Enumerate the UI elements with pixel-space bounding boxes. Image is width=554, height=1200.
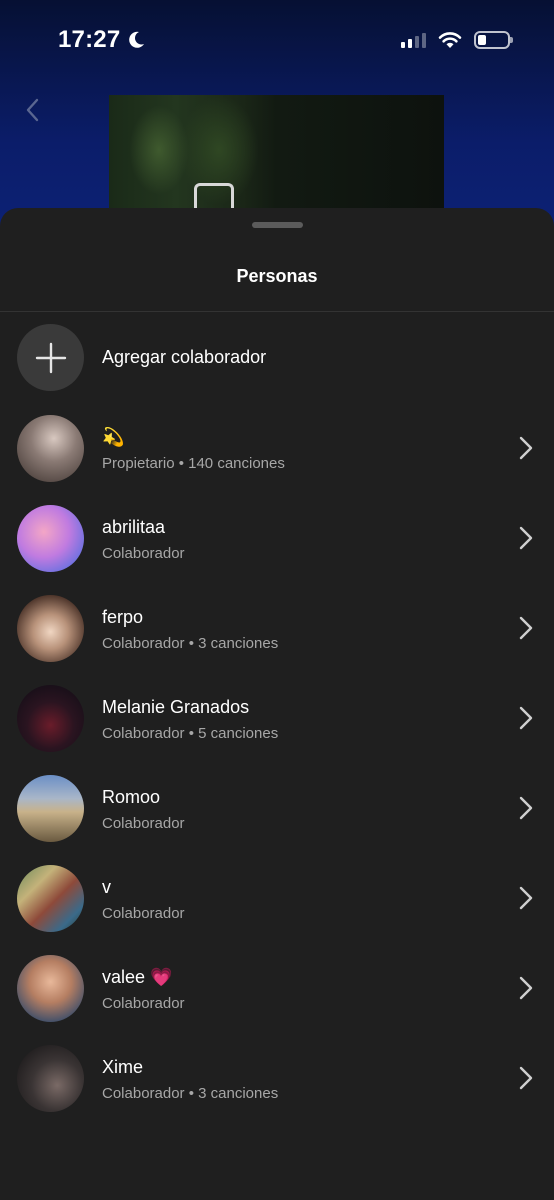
people-sheet: Personas Agregar colaborador 💫 Propietar… (0, 208, 554, 1200)
battery-icon (474, 31, 513, 49)
sheet-title: Personas (236, 266, 318, 286)
chevron-right-icon (519, 436, 533, 460)
avatar (17, 774, 84, 842)
avatar (17, 864, 84, 932)
avatar (17, 684, 84, 752)
person-row[interactable]: 💫 Propietario • 140 canciones (17, 414, 537, 482)
person-row[interactable]: abrilitaa Colaborador (17, 504, 537, 572)
person-subtitle: Colaborador (102, 814, 185, 832)
avatar (17, 954, 84, 1022)
person-row[interactable]: Romoo Colaborador (17, 774, 537, 842)
add-collaborator-button[interactable]: Agregar colaborador (17, 324, 266, 391)
playlist-cover (109, 95, 444, 215)
person-name: 💫 (102, 426, 125, 447)
person-name: ferpo (102, 606, 144, 627)
chevron-right-icon (519, 706, 533, 730)
chevron-right-icon (519, 976, 533, 1000)
person-subtitle: Colaborador • 3 canciones (102, 634, 279, 652)
signal-icon (401, 32, 426, 48)
person-name: abrilitaa (102, 516, 166, 537)
chevron-right-icon (519, 796, 533, 820)
chevron-right-icon (519, 886, 533, 910)
person-row[interactable]: valee 💗 Colaborador (17, 954, 537, 1022)
status-bar: 17:27 (0, 0, 554, 84)
add-circle (17, 324, 84, 391)
person-row[interactable]: Melanie Granados Colaborador • 5 cancion… (17, 684, 537, 752)
person-subtitle: Colaborador (102, 544, 185, 562)
person-subtitle: Colaborador • 5 canciones (102, 724, 279, 742)
person-subtitle: Colaborador (102, 994, 185, 1012)
chevron-right-icon (519, 526, 533, 550)
avatar (17, 414, 84, 482)
wifi-icon (438, 32, 462, 48)
add-collaborator-label: Agregar colaborador (102, 347, 267, 367)
person-row[interactable]: v Colaborador (17, 864, 537, 932)
person-name: Melanie Granados (102, 696, 250, 717)
plus-icon (35, 342, 66, 373)
back-icon[interactable] (22, 96, 44, 124)
status-time: 17:27 (58, 26, 121, 53)
person-name: valee 💗 (102, 966, 173, 987)
chevron-right-icon (519, 1066, 533, 1090)
avatar (17, 1044, 84, 1112)
moon-icon (129, 31, 145, 48)
avatar (17, 594, 84, 662)
person-row[interactable]: Xime Colaborador • 3 canciones (17, 1044, 537, 1112)
sheet-grabber[interactable] (252, 222, 303, 228)
person-subtitle: Colaborador (102, 904, 185, 922)
chevron-right-icon (519, 616, 533, 640)
person-row[interactable]: ferpo Colaborador • 3 canciones (17, 594, 537, 662)
divider (0, 311, 554, 312)
person-name: Xime (102, 1056, 144, 1077)
person-name: Romoo (102, 786, 161, 807)
person-name: v (102, 876, 111, 897)
person-subtitle: Propietario • 140 canciones (102, 454, 285, 472)
person-subtitle: Colaborador • 3 canciones (102, 1084, 279, 1102)
avatar (17, 504, 84, 572)
